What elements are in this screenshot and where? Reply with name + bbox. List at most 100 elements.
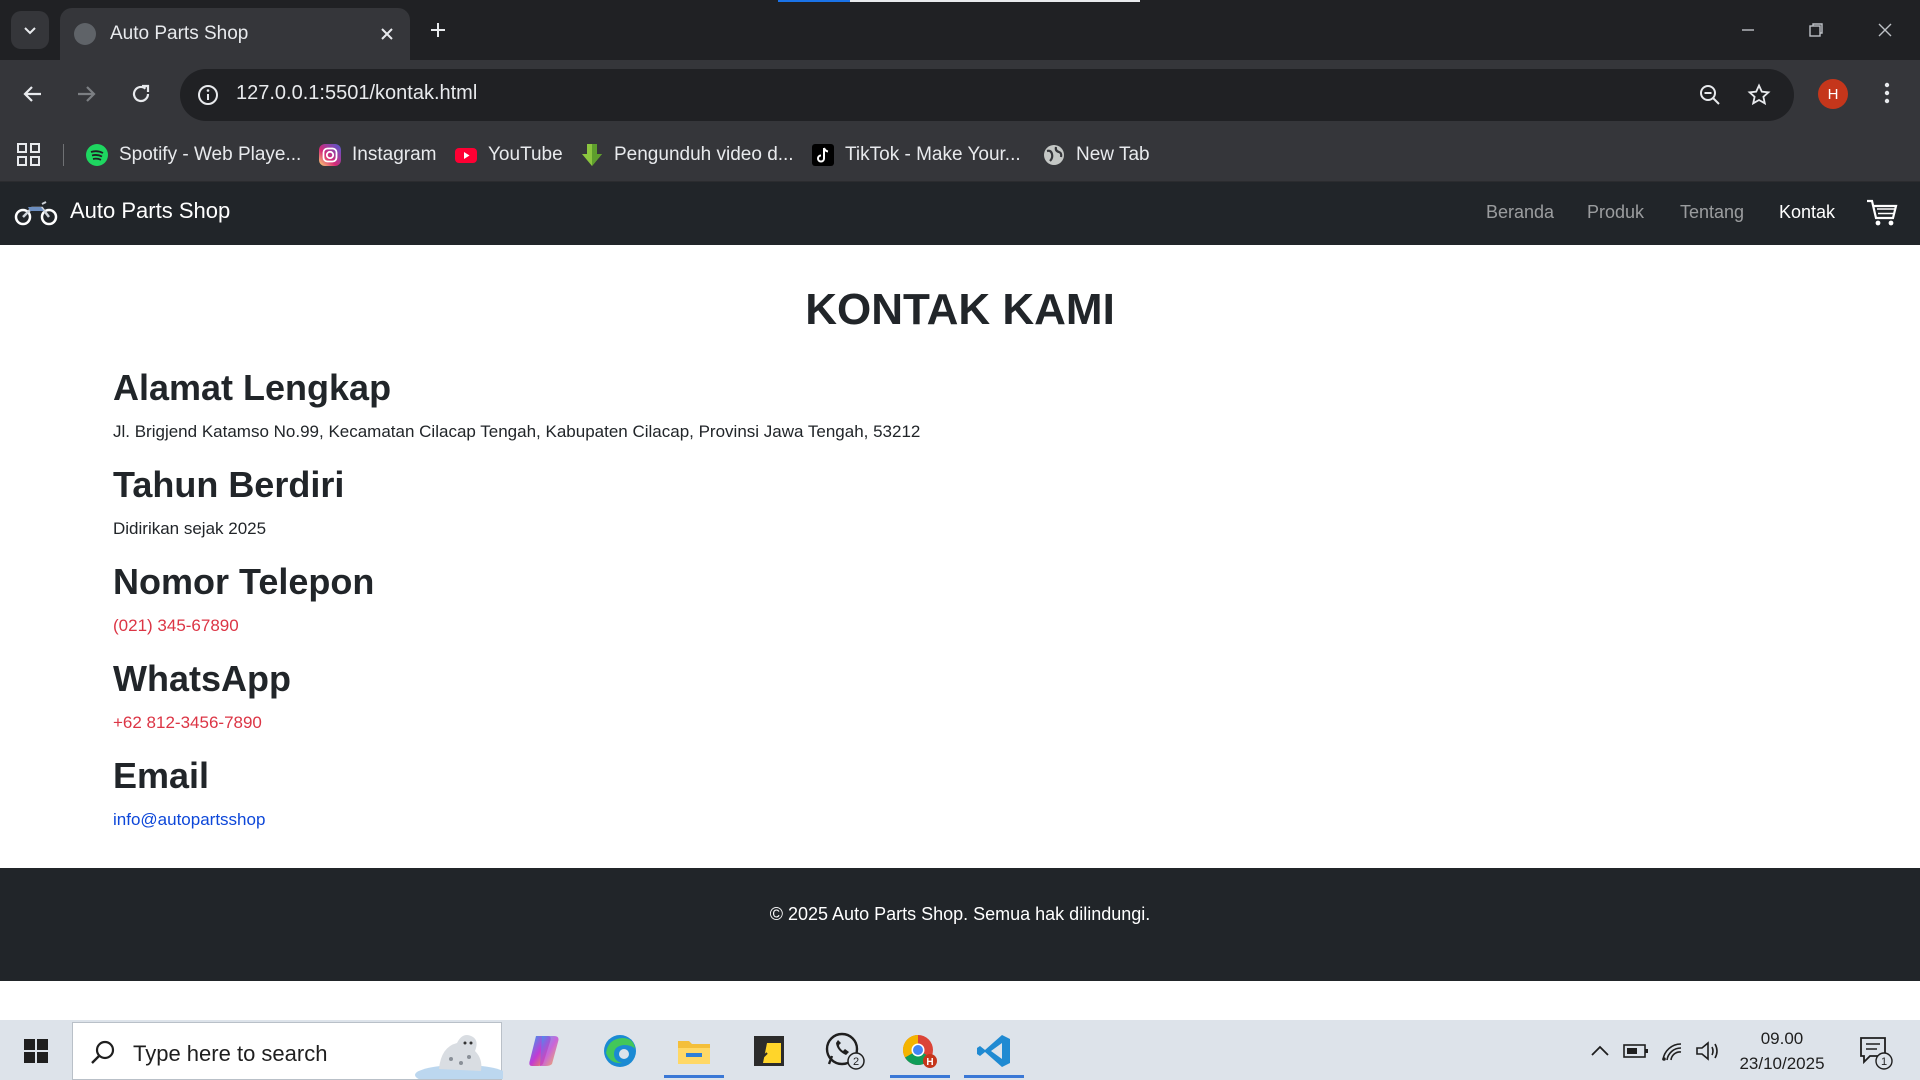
clock-time: 09.00 bbox=[1760, 1029, 1804, 1048]
search-icon bbox=[91, 1040, 115, 1064]
vscode-icon bbox=[977, 1035, 1010, 1067]
tab-close-button[interactable] bbox=[374, 21, 400, 47]
bookmark-star-button[interactable] bbox=[1744, 80, 1774, 110]
wifi-icon bbox=[1662, 1043, 1682, 1061]
restore-icon bbox=[1809, 23, 1823, 37]
email-link[interactable]: info@autopartsshop bbox=[113, 810, 265, 830]
search-placeholder: Type here to search bbox=[133, 1041, 328, 1066]
address-text: Jl. Brigjend Katamso No.99, Kecamatan Ci… bbox=[113, 422, 921, 441]
url-text[interactable]: 127.0.0.1:5501/kontak.html bbox=[236, 82, 477, 105]
founded-heading: Tahun Berdiri bbox=[113, 464, 345, 505]
bookmark-youtube[interactable]: YouTube bbox=[454, 140, 563, 170]
tab-title: Auto Parts Shop bbox=[110, 23, 249, 44]
restore-button[interactable] bbox=[1793, 12, 1839, 48]
bookmark-video-downloader[interactable]: Pengunduh video d... bbox=[580, 140, 794, 170]
site-navbar: Auto Parts Shop Beranda Produk Tentang K… bbox=[0, 182, 1920, 245]
footer-copyright: © 2025 Auto Parts Shop. Semua hak dilind… bbox=[769, 904, 1151, 924]
taskbar-search-box[interactable]: Type here to search bbox=[72, 1022, 503, 1080]
bookmark-label: TikTok - Make Your... bbox=[845, 144, 1021, 165]
whatsapp-heading: WhatsApp bbox=[113, 658, 291, 699]
chevron-up-icon bbox=[1591, 1045, 1609, 1056]
taskbar-edge[interactable] bbox=[590, 1024, 650, 1078]
snow-leopard-search-highlight-icon bbox=[415, 1035, 503, 1079]
bookmark-label: Instagram bbox=[352, 144, 437, 165]
download-arrow-icon bbox=[580, 143, 604, 167]
taskbar-whatsapp[interactable]: 2 bbox=[815, 1024, 875, 1078]
bookmark-label: Pengunduh video d... bbox=[614, 144, 794, 165]
start-button[interactable] bbox=[14, 1034, 58, 1068]
forward-button[interactable] bbox=[66, 74, 106, 114]
notification-center-icon[interactable]: 1 bbox=[1858, 1034, 1894, 1070]
minimize-button[interactable] bbox=[1725, 12, 1771, 48]
youtube-icon bbox=[454, 143, 478, 167]
whatsapp-link[interactable]: +62 812-3456-7890 bbox=[113, 713, 262, 733]
globe-icon bbox=[1042, 143, 1066, 167]
back-button[interactable] bbox=[13, 74, 53, 114]
nav-link-tentang[interactable]: Tentang bbox=[1680, 202, 1744, 223]
apps-grid-icon[interactable] bbox=[16, 142, 42, 168]
loading-bar-progress bbox=[778, 0, 850, 2]
new-tab-button[interactable] bbox=[422, 14, 454, 46]
taskbar-vscode[interactable] bbox=[964, 1024, 1024, 1078]
globe-icon bbox=[74, 23, 96, 45]
taskbar-sticky-notes[interactable] bbox=[739, 1024, 799, 1078]
brand-name: Auto Parts Shop bbox=[70, 198, 231, 223]
plus-icon bbox=[431, 23, 445, 37]
address-bar[interactable]: 127.0.0.1:5501/kontak.html bbox=[180, 69, 1794, 121]
network-status[interactable] bbox=[1658, 1038, 1686, 1064]
star-icon bbox=[1747, 83, 1771, 106]
battery-icon bbox=[1623, 1044, 1648, 1058]
zoom-out-icon bbox=[1700, 85, 1720, 105]
close-icon bbox=[381, 28, 393, 40]
spotify-icon bbox=[85, 143, 109, 167]
address-heading: Alamat Lengkap bbox=[113, 367, 392, 408]
close-window-button[interactable] bbox=[1862, 12, 1908, 48]
active-app-indicator bbox=[964, 1075, 1024, 1078]
nav-link-produk[interactable]: Produk bbox=[1587, 202, 1644, 223]
taskbar-chrome[interactable]: H bbox=[890, 1024, 950, 1078]
tiktok-icon bbox=[811, 143, 835, 167]
windows-logo-icon bbox=[24, 1039, 48, 1063]
nav-link-beranda[interactable]: Beranda bbox=[1486, 202, 1554, 223]
notification-count: 1 bbox=[1881, 1056, 1887, 1068]
browser-toolbar: 127.0.0.1:5501/kontak.html H bbox=[0, 60, 1920, 128]
speaker-icon bbox=[1696, 1041, 1718, 1061]
phone-link[interactable]: (021) 345-67890 bbox=[113, 616, 239, 636]
shopping-cart-icon[interactable] bbox=[1866, 198, 1898, 228]
page-title: KONTAK KAMI bbox=[805, 285, 1115, 334]
reload-button[interactable] bbox=[121, 74, 161, 114]
browser-menu-button[interactable] bbox=[1872, 78, 1902, 108]
whatsapp-icon: 2 bbox=[825, 1032, 865, 1070]
arrow-left-icon bbox=[23, 86, 41, 102]
contact-page-content: KONTAK KAMI Alamat Lengkap Jl. Brigjend … bbox=[0, 245, 1920, 868]
bookmark-spotify[interactable]: Spotify - Web Playe... bbox=[85, 140, 301, 170]
site-info-button[interactable] bbox=[194, 81, 222, 109]
battery-status[interactable] bbox=[1622, 1038, 1650, 1064]
tab-search-button[interactable] bbox=[11, 11, 49, 49]
bookmark-new-tab[interactable]: New Tab bbox=[1042, 140, 1150, 170]
show-hidden-icons-button[interactable] bbox=[1586, 1038, 1614, 1064]
brand-link[interactable]: Auto Parts Shop bbox=[14, 196, 230, 226]
chevron-down-icon bbox=[24, 27, 36, 35]
nav-link-kontak[interactable]: Kontak bbox=[1779, 202, 1835, 223]
taskbar-file-explorer[interactable] bbox=[664, 1024, 724, 1078]
taskbar-clock[interactable]: 09.00 23/10/2025 bbox=[1730, 1026, 1834, 1076]
profile-avatar[interactable]: H bbox=[1818, 79, 1848, 109]
minimize-icon bbox=[1742, 29, 1754, 31]
active-app-indicator bbox=[890, 1075, 950, 1078]
windows-taskbar: Type here to search 2 H 09.00 23/10/2025… bbox=[0, 1020, 1920, 1080]
more-vertical-icon bbox=[1884, 82, 1890, 104]
email-heading: Email bbox=[113, 755, 210, 796]
bookmark-label: YouTube bbox=[488, 144, 563, 165]
volume-control[interactable] bbox=[1694, 1038, 1722, 1064]
bookmark-instagram[interactable]: Instagram bbox=[318, 140, 436, 170]
tab-auto-parts-shop[interactable]: Auto Parts Shop bbox=[60, 8, 410, 60]
whatsapp-badge-count: 2 bbox=[853, 1056, 859, 1068]
copilot-icon bbox=[529, 1036, 559, 1066]
zoom-button[interactable] bbox=[1695, 80, 1725, 110]
active-app-indicator bbox=[664, 1075, 724, 1078]
bookmark-tiktok[interactable]: TikTok - Make Your... bbox=[811, 140, 1021, 170]
motorcycle-logo-icon bbox=[14, 201, 58, 226]
taskbar-copilot[interactable] bbox=[515, 1024, 575, 1078]
sticky-notes-icon bbox=[754, 1036, 784, 1066]
